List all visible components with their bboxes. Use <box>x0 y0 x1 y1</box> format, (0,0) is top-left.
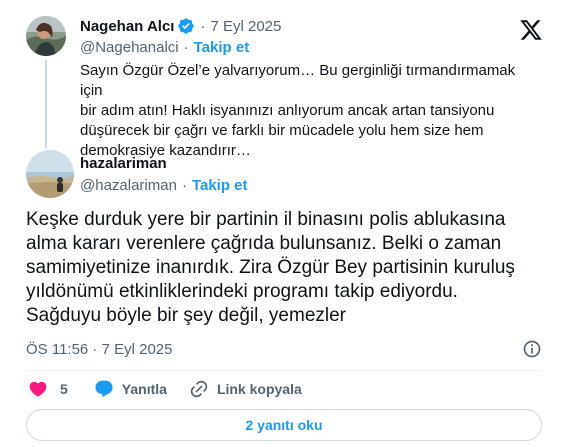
like-button[interactable]: 5 <box>28 379 68 399</box>
author-name-row: hazalariman <box>80 155 167 172</box>
link-icon <box>190 380 208 398</box>
reply-label: Yanıtla <box>121 381 167 397</box>
divider <box>26 370 542 371</box>
author-handle[interactable]: @hazalariman <box>80 177 177 194</box>
thread-connector-line <box>45 60 47 148</box>
separator-dot: · <box>183 39 189 56</box>
verified-badge-icon <box>178 18 195 34</box>
info-icon[interactable] <box>522 339 542 359</box>
embedded-tweet-card: Nagehan Alcı · 7 Eyl 2025 @Nagehanalci ·… <box>0 0 568 447</box>
read-replies-label: 2 yanıtı oku <box>245 417 323 433</box>
quoted-author-row: Nagehan Alcı · 7 Eyl 2025 <box>80 17 281 35</box>
heart-icon <box>29 381 47 397</box>
quoted-handle-row: @Nagehanalci · Takip et <box>80 39 249 56</box>
separator-dot: · <box>181 177 187 194</box>
reply-button[interactable]: Yanıtla <box>94 379 167 399</box>
author-handle-row: @hazalariman · Takip et <box>80 177 248 194</box>
quoted-tweet-text[interactable]: Sayın Özgür Özel’e yalvarıyorum… Bu gerg… <box>80 61 535 161</box>
quoted-author-avatar[interactable] <box>26 16 66 56</box>
action-bar: 5 Yanıtla Link kopyala <box>28 379 302 399</box>
x-logo-icon[interactable] <box>519 18 543 42</box>
copy-link-button[interactable]: Link kopyala <box>189 379 302 399</box>
quoted-follow-button[interactable]: Takip et <box>194 39 250 56</box>
author-name[interactable]: hazalariman <box>80 155 167 172</box>
likes-count: 5 <box>60 381 68 397</box>
copy-link-label: Link kopyala <box>216 381 302 397</box>
tweet-timestamp[interactable]: ÖS 11:56 · 7 Eyl 2025 <box>26 341 172 358</box>
author-avatar[interactable] <box>26 150 74 198</box>
quoted-date[interactable]: 7 Eyl 2025 <box>210 18 281 35</box>
tweet-text: Keşke durduk yere bir partinin il binası… <box>26 209 515 326</box>
separator-dot: · <box>200 17 206 35</box>
read-replies-button[interactable]: 2 yanıtı oku <box>26 409 542 441</box>
quoted-author-name[interactable]: Nagehan Alcı <box>80 18 174 35</box>
follow-button[interactable]: Takip et <box>192 177 248 194</box>
reply-bubble-icon <box>95 380 113 398</box>
quoted-handle[interactable]: @Nagehanalci <box>80 39 179 56</box>
